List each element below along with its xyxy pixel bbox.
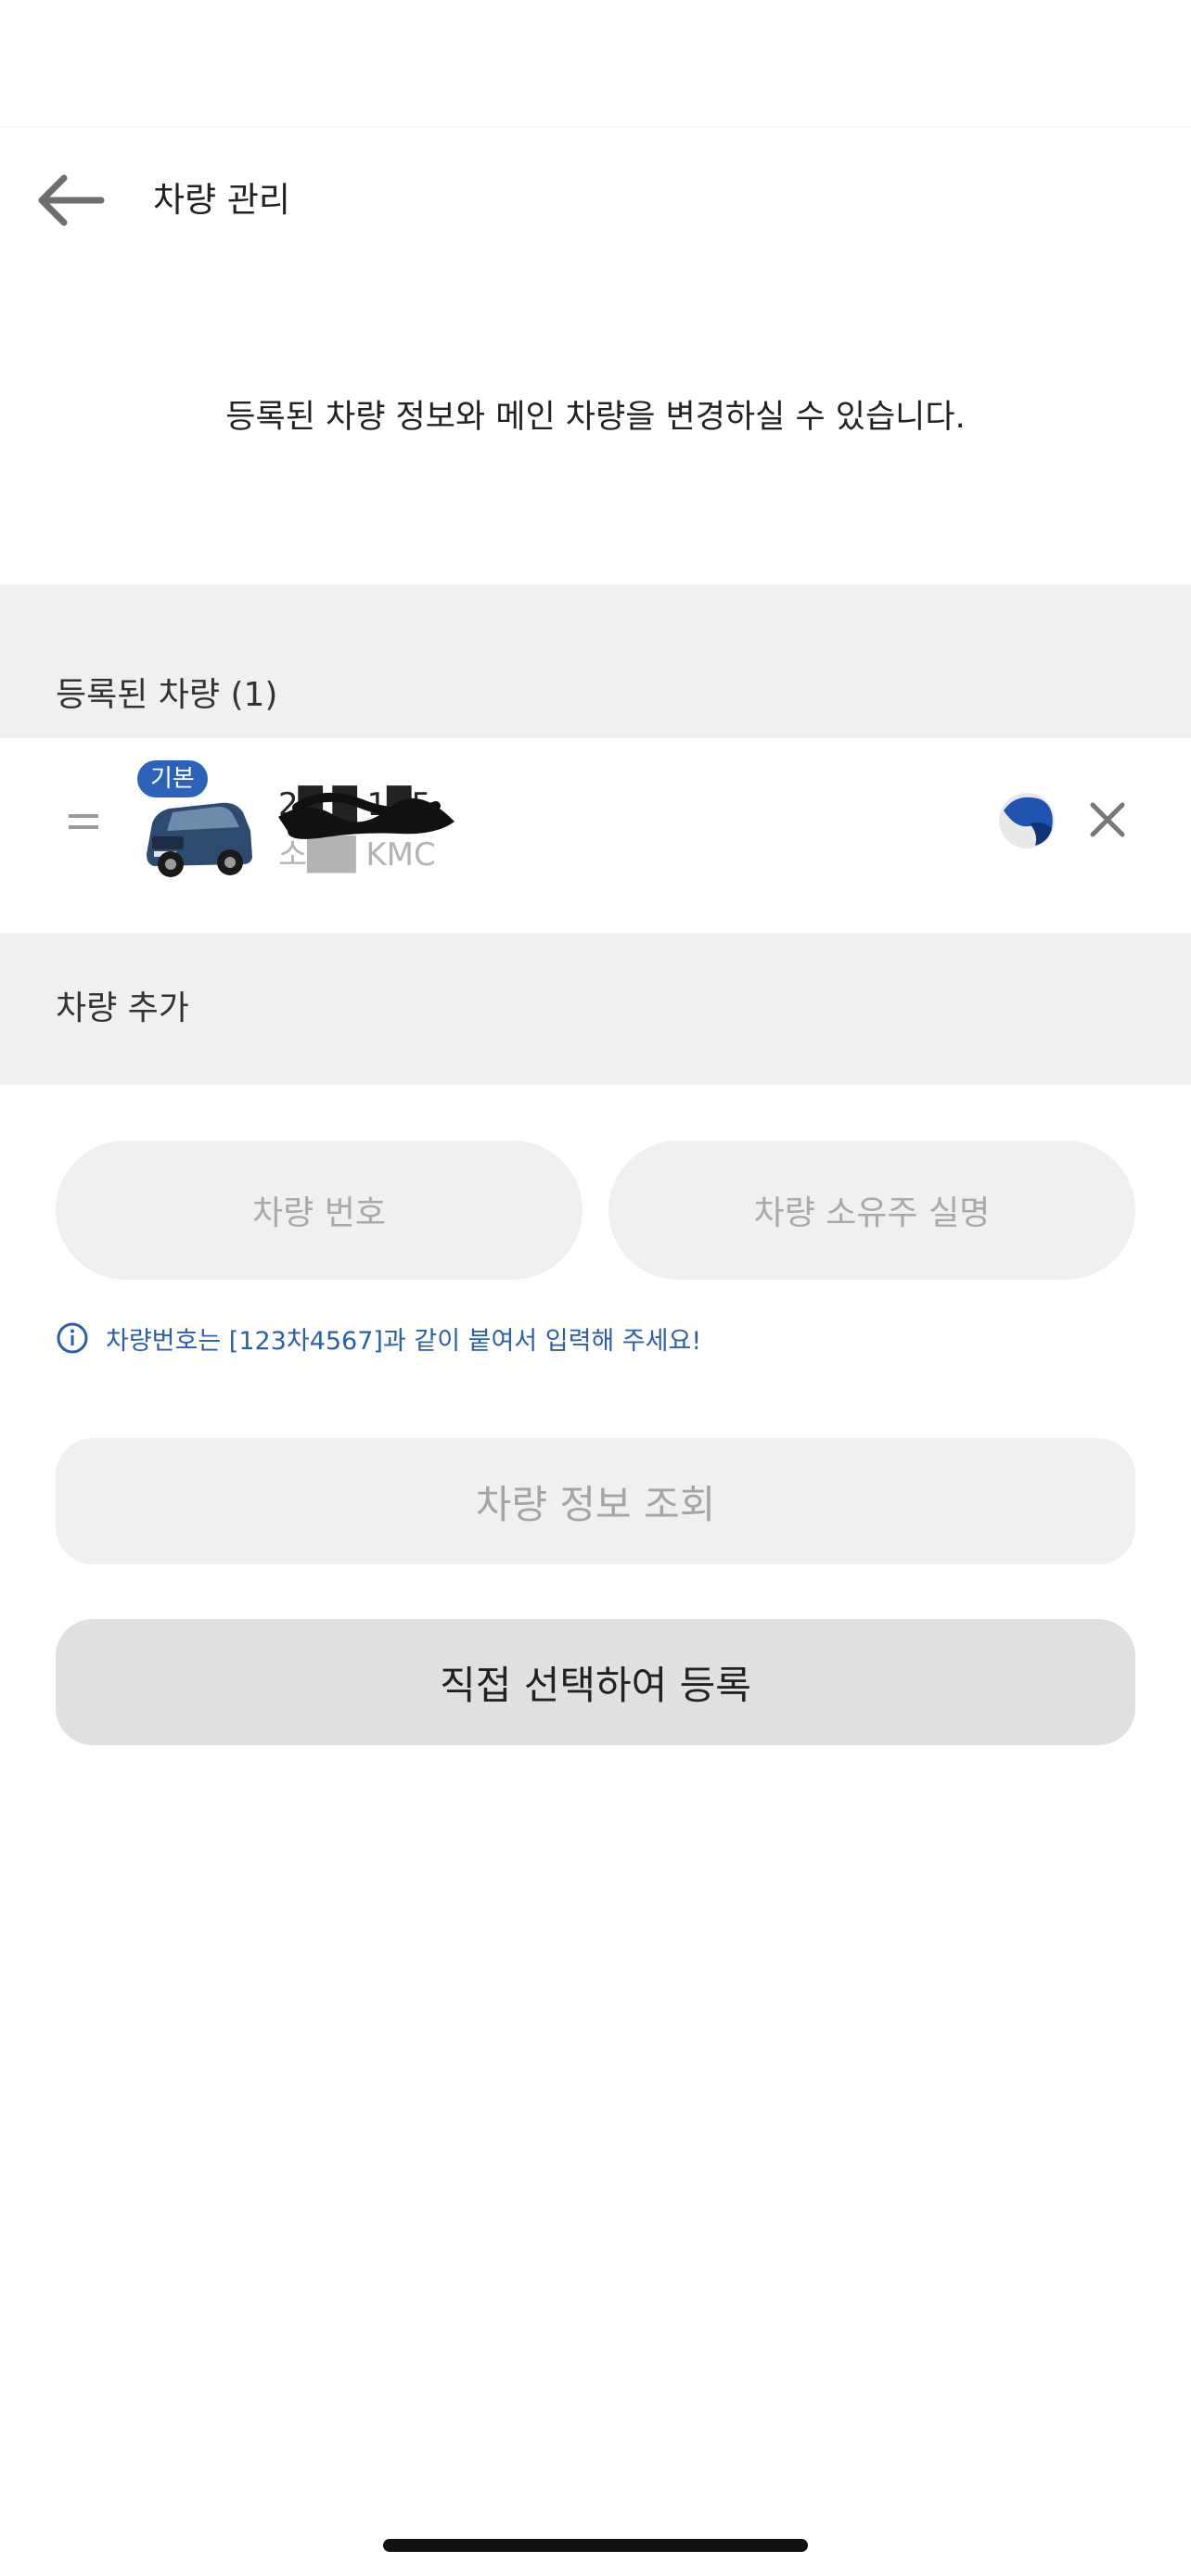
redaction-scribble [278, 792, 455, 839]
plate-format-hint: 차량번호는 [123차4567]과 같이 붙여서 입력해 주세요! [56, 1315, 701, 1361]
owner-name-input[interactable]: 차량 소유주 실명 [608, 1141, 1135, 1280]
page-description: 등록된 차량 정보와 메인 차량을 변경하실 수 있습니다. [225, 399, 966, 436]
back-button[interactable] [28, 163, 111, 237]
vehicle-list-item[interactable]: 기본 2█ █ 1█5 소██ KMC [0, 738, 1191, 933]
status-bar [0, 0, 1191, 128]
add-vehicle-label: 차량 추가 [56, 989, 189, 1027]
page-title: 차량 관리 [153, 180, 290, 220]
registered-vehicles-label: 등록된 차량 (1) [56, 676, 278, 714]
hint-text: 차량번호는 [123차4567]과 같이 붙여서 입력해 주세요! [106, 1326, 702, 1356]
app-header: 차량 관리 [0, 126, 1191, 274]
default-vehicle-badge: 기본 [137, 760, 208, 797]
arrow-left-icon [38, 174, 105, 226]
insurer-logo-icon[interactable] [996, 790, 1057, 851]
info-icon [57, 1322, 88, 1354]
registered-vehicles-header: 등록된 차량 (1) [0, 584, 1191, 738]
home-indicator[interactable] [383, 2539, 808, 2552]
add-vehicle-header: 차량 추가 [0, 933, 1191, 1085]
drag-handle-icon[interactable] [65, 803, 102, 840]
close-icon[interactable] [1083, 796, 1132, 844]
lookup-vehicle-button[interactable]: 차량 정보 조회 [56, 1438, 1135, 1564]
manual-register-button[interactable]: 직접 선택하여 등록 [56, 1619, 1135, 1745]
plate-number-input[interactable]: 차량 번호 [56, 1141, 583, 1280]
